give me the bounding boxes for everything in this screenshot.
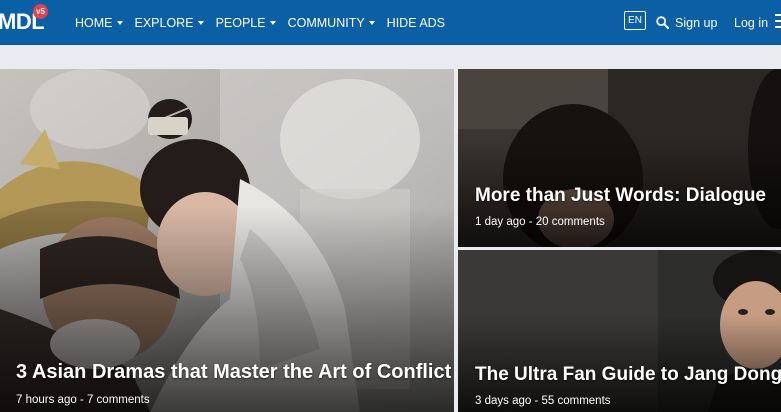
article-title[interactable]: 3 Asian Dramas that Master the Art of Co…	[16, 361, 451, 384]
search-icon	[656, 16, 669, 29]
menu-home-label: HOME	[75, 15, 113, 30]
article-meta: 7 hours ago - 7 comments	[16, 394, 150, 406]
article-title[interactable]: More than Just Words: Dialogue	[475, 185, 766, 207]
menu-people-label: PEOPLE	[215, 15, 266, 30]
menu-people[interactable]: PEOPLE	[216, 16, 276, 30]
menu-community[interactable]: COMMUNITY	[288, 16, 375, 30]
menu-explore[interactable]: EXPLORE	[135, 16, 204, 30]
login-label: Log in	[734, 15, 769, 30]
language-button[interactable]: EN	[624, 11, 646, 30]
article-card[interactable]: More than Just Words: Dialogue 1 day ago…	[458, 69, 781, 247]
menu-community-label: COMMUNITY	[287, 15, 365, 30]
menu-explore-label: EXPLORE	[134, 15, 194, 30]
top-navbar: MDL v5 HOME EXPLORE PEOPLE COMMUNITY HID…	[0, 0, 781, 45]
chevron-down-icon	[368, 20, 375, 25]
main-menu: HOME EXPLORE PEOPLE COMMUNITY HIDE ADS	[75, 0, 457, 45]
signup-label: Sign up	[675, 15, 718, 30]
version-badge: v5	[33, 4, 48, 19]
article-card[interactable]: The Ultra Fan Guide to Jang Dong Yoon 3 …	[458, 250, 781, 412]
chevron-down-icon	[269, 20, 276, 25]
article-title[interactable]: The Ultra Fan Guide to Jang Dong Yoon	[475, 364, 781, 386]
article-meta: 3 days ago - 55 comments	[475, 395, 611, 407]
chevron-down-icon	[197, 20, 204, 25]
featured-article-card[interactable]: 3 Asian Dramas that Master the Art of Co…	[0, 69, 454, 412]
menu-hide-ads[interactable]: HIDE ADS	[387, 16, 445, 30]
login-button[interactable]: Log in	[734, 0, 768, 45]
article-meta: 1 day ago - 20 comments	[475, 216, 605, 228]
signup-button[interactable]: Sign up	[656, 0, 717, 45]
menu-hide-ads-label: HIDE ADS	[386, 15, 446, 30]
chevron-down-icon	[116, 20, 123, 25]
menu-home[interactable]: HOME	[75, 16, 123, 30]
menu-icon[interactable]	[775, 14, 781, 28]
